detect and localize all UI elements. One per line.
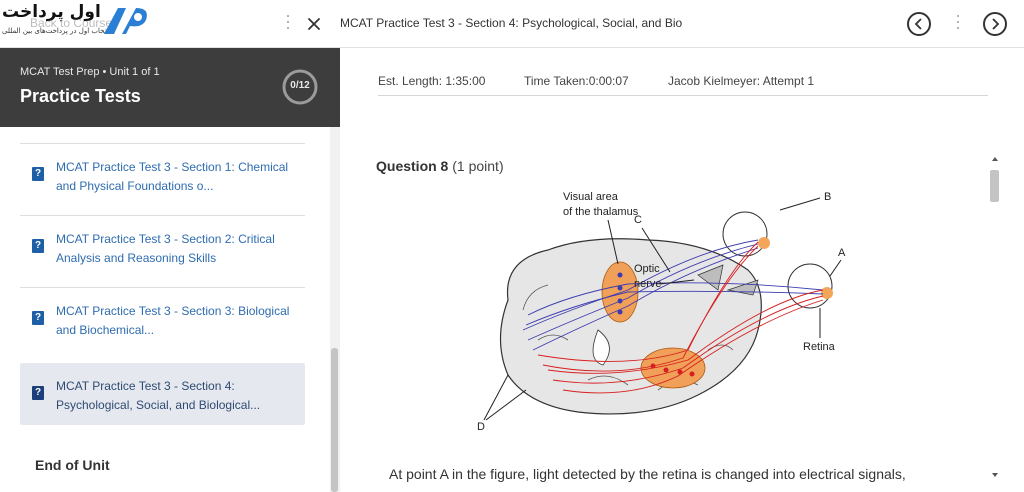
main-content: MCAT Practice Test 3 - Section 4: Psycho… bbox=[340, 0, 1024, 492]
sidebar-item-list: ? MCAT Practice Test 3 - Section 1: Chem… bbox=[0, 127, 330, 492]
sidebar-item-section-4[interactable]: ? MCAT Practice Test 3 - Section 4: Psyc… bbox=[20, 363, 305, 425]
label-thalamus: of the thalamus bbox=[563, 206, 639, 218]
est-length: Est. Length: 1:35:00 bbox=[378, 74, 486, 88]
question-header: Question 8 (1 point) bbox=[376, 158, 504, 174]
chevron-left-icon bbox=[914, 18, 922, 30]
label-visual-area: Visual area bbox=[563, 191, 619, 203]
logo-subtext: انتخاب اول در پرداخت‌های بین المللی bbox=[2, 27, 111, 35]
progress-count: 0/12 bbox=[290, 80, 310, 91]
page-title: MCAT Practice Test 3 - Section 4: Psycho… bbox=[340, 16, 683, 30]
question-icon: ? bbox=[32, 167, 44, 181]
sidebar-menu-icon[interactable] bbox=[286, 15, 290, 33]
label-a: A bbox=[838, 247, 846, 259]
content-scrollbar-thumb[interactable] bbox=[990, 170, 999, 202]
previous-button[interactable] bbox=[907, 12, 931, 36]
chevron-right-icon bbox=[992, 18, 1000, 30]
label-d: D bbox=[477, 421, 485, 433]
sidebar-item-label: MCAT Practice Test 3 - Section 2: Critic… bbox=[56, 232, 275, 265]
label-retina: Retina bbox=[803, 341, 836, 353]
breadcrumb: MCAT Test Prep • Unit 1 of 1 bbox=[20, 66, 160, 78]
scroll-up-icon[interactable] bbox=[992, 157, 998, 161]
question-points: (1 point) bbox=[452, 158, 504, 174]
brain-visual-pathway-figure: Visual area of the thalamus C Optic nerv… bbox=[477, 191, 846, 433]
sidebar-item-label: MCAT Practice Test 3 - Section 1: Chemic… bbox=[56, 160, 289, 193]
unit-title: Practice Tests bbox=[20, 86, 141, 106]
progress-ring: 0/12 bbox=[281, 68, 319, 106]
content-topbar: MCAT Practice Test 3 - Section 4: Psycho… bbox=[340, 0, 1024, 48]
question-number: Question 8 bbox=[376, 158, 449, 174]
sidebar-topbar: Back to Course اول پرداخت انتخاب اول در … bbox=[0, 0, 340, 48]
unit-header: MCAT Test Prep • Unit 1 of 1 Practice Te… bbox=[0, 48, 340, 127]
watermark-logo: اول پرداخت انتخاب اول در پرداخت‌های بین … bbox=[2, 2, 152, 42]
sidebar-item-label: MCAT Practice Test 3 - Section 4: Psycho… bbox=[56, 379, 261, 412]
next-button[interactable] bbox=[983, 12, 1007, 36]
question-icon: ? bbox=[32, 239, 44, 253]
label-b: B bbox=[824, 191, 831, 203]
close-icon[interactable] bbox=[304, 14, 324, 34]
attempt-meta: Est. Length: 1:35:00 Time Taken:0:00:07 … bbox=[378, 74, 988, 96]
sidebar-item-section-2[interactable]: ? MCAT Practice Test 3 - Section 2: Crit… bbox=[20, 215, 305, 277]
sidebar-item-section-3[interactable]: ? MCAT Practice Test 3 - Section 3: Biol… bbox=[20, 287, 305, 349]
logo-mark-icon bbox=[104, 8, 147, 34]
time-taken: Time Taken:0:00:07 bbox=[524, 74, 629, 88]
question-text: At point A in the figure, light detected… bbox=[389, 466, 906, 482]
label-c: C bbox=[634, 214, 642, 226]
attempt-label: Jacob Kielmeyer: Attempt 1 bbox=[668, 74, 815, 88]
label-optic: Optic bbox=[634, 263, 660, 275]
logo-text: اول پرداخت bbox=[2, 2, 101, 22]
app-window: Back to Course اول پرداخت انتخاب اول در … bbox=[0, 0, 1024, 492]
content-menu-icon[interactable] bbox=[956, 15, 960, 33]
end-of-unit-label: End of Unit bbox=[35, 457, 110, 473]
scroll-down-icon[interactable] bbox=[992, 473, 998, 477]
sidebar-item-section-1[interactable]: ? MCAT Practice Test 3 - Section 1: Chem… bbox=[20, 143, 305, 205]
question-icon: ? bbox=[32, 386, 44, 400]
sidebar-item-label: MCAT Practice Test 3 - Section 3: Biolog… bbox=[56, 304, 290, 337]
label-nerve: nerve bbox=[634, 278, 662, 290]
question-icon: ? bbox=[32, 311, 44, 325]
course-sidebar: Back to Course اول پرداخت انتخاب اول در … bbox=[0, 0, 340, 492]
sidebar-scrollbar-thumb[interactable] bbox=[331, 348, 338, 492]
